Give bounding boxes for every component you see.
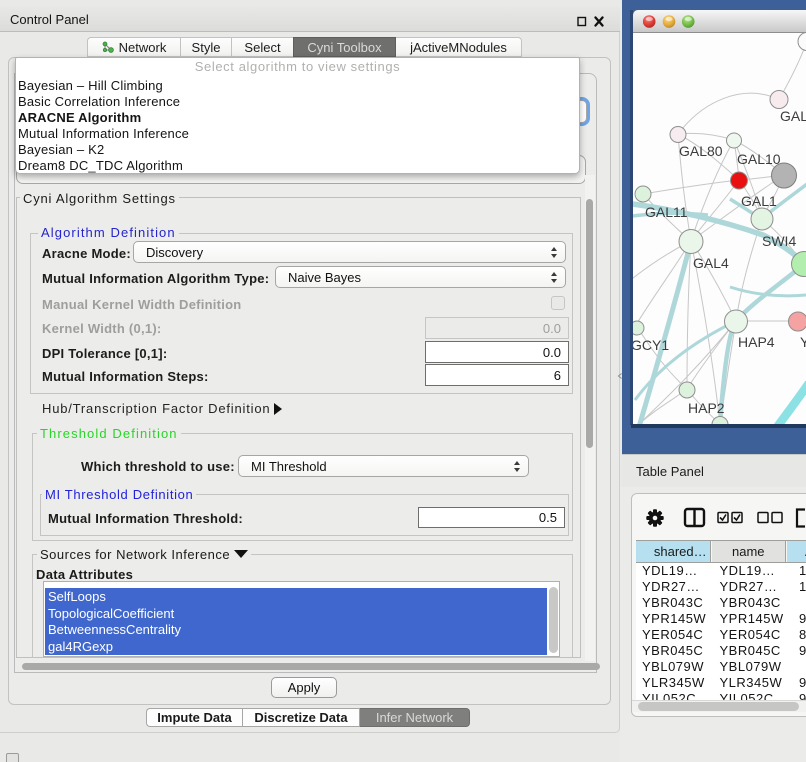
svg-text:GCY1: GCY1	[633, 337, 669, 353]
svg-text:GAL4: GAL4	[693, 255, 729, 271]
svg-text:HAP2: HAP2	[688, 400, 725, 416]
svg-text:GAL2: GAL2	[780, 108, 806, 124]
svg-text:GAL80: GAL80	[679, 143, 723, 159]
svg-text:SWI4: SWI4	[762, 233, 796, 249]
svg-text:GAL11: GAL11	[645, 204, 688, 220]
svg-text:GAL1: GAL1	[741, 193, 777, 209]
svg-text:GAL10: GAL10	[737, 151, 781, 167]
svg-text:HAP4: HAP4	[738, 334, 775, 350]
svg-text:Y: Y	[800, 334, 806, 350]
